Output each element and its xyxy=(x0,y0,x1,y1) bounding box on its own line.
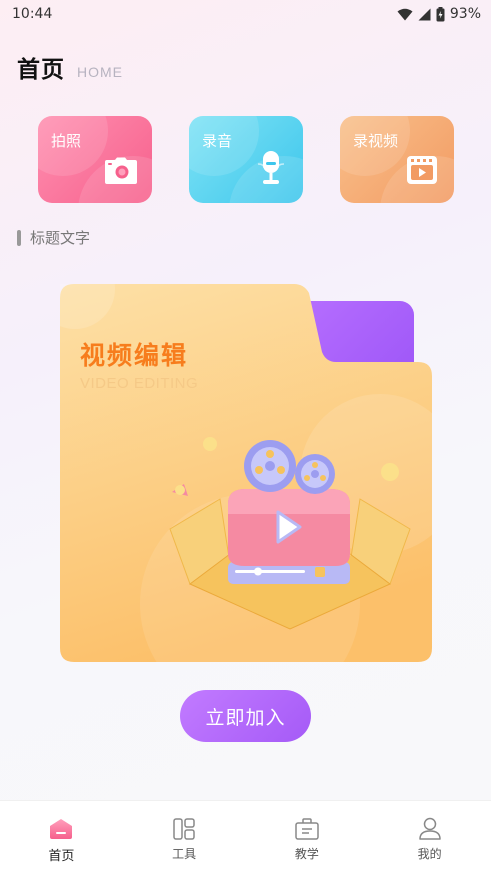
join-button[interactable]: 立即加入 xyxy=(180,690,311,742)
camera-icon xyxy=(104,157,138,189)
audio-card-label: 录音 xyxy=(202,132,233,150)
microphone-icon xyxy=(256,150,286,190)
battery-icon xyxy=(436,6,445,22)
tab-tools[interactable]: 工具 xyxy=(123,801,246,873)
video-card[interactable]: 录视频 xyxy=(340,116,454,203)
profile-icon xyxy=(418,816,442,842)
tab-teaching[interactable]: 教学 xyxy=(246,801,369,873)
page-title: 首页 xyxy=(17,57,65,83)
section-header: 标题文字 xyxy=(17,227,90,248)
tab-teaching-label: 教学 xyxy=(294,847,319,861)
page-subtitle: HOME xyxy=(77,64,123,80)
wifi-icon xyxy=(397,8,413,21)
page-header: 首页 HOME xyxy=(17,50,123,84)
tools-icon xyxy=(173,816,195,842)
signal-icon xyxy=(418,8,431,21)
status-bar: 10:44 93% xyxy=(0,0,491,28)
status-icons: 93% xyxy=(397,6,481,22)
section-indicator xyxy=(17,229,21,246)
tab-profile-label: 我的 xyxy=(417,847,442,861)
status-time: 10:44 xyxy=(12,6,53,22)
video-editing-banner[interactable]: 视频编辑 VIDEO EDITING xyxy=(60,284,432,664)
tab-home-label: 首页 xyxy=(48,849,75,864)
photo-card-label: 拍照 xyxy=(51,132,82,150)
film-projector-icon xyxy=(169,437,411,630)
video-card-label: 录视频 xyxy=(353,132,399,150)
audio-card[interactable]: 录音 xyxy=(189,116,303,203)
battery-level: 93% xyxy=(449,6,481,22)
home-icon xyxy=(49,816,73,842)
tab-tools-label: 工具 xyxy=(172,847,197,861)
briefcase-icon xyxy=(295,816,319,842)
banner-subtitle: VIDEO EDITING xyxy=(80,375,199,392)
tab-profile[interactable]: 我的 xyxy=(368,801,491,873)
section-title: 标题文字 xyxy=(30,229,91,247)
video-recorder-icon xyxy=(407,156,437,188)
photo-card[interactable]: 拍照 xyxy=(38,116,152,203)
tab-home[interactable]: 首页 xyxy=(0,801,123,873)
bottom-tab-bar: 首页 工具 教学 我的 xyxy=(0,800,491,873)
banner-title: 视频编辑 xyxy=(80,341,189,370)
